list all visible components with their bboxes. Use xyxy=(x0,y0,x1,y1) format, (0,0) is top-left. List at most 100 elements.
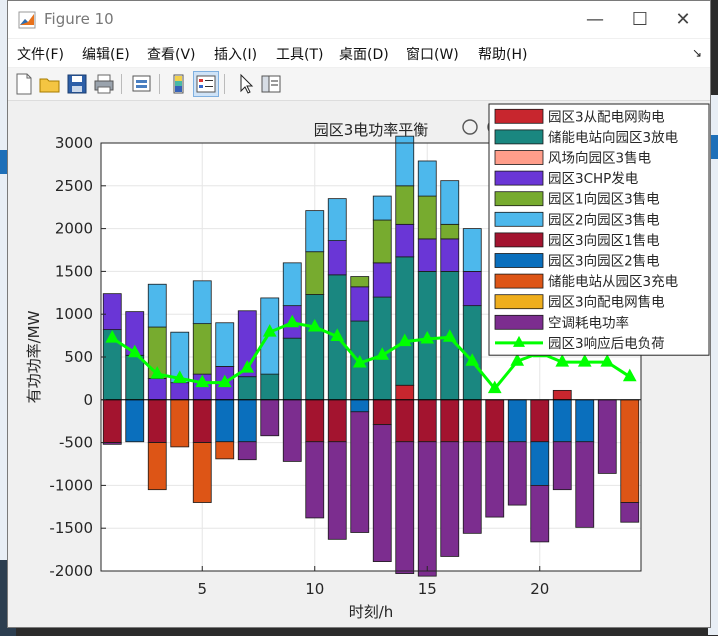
bar-segment xyxy=(395,399,415,443)
legend-swatch xyxy=(494,211,544,227)
colorbar-icon[interactable] xyxy=(167,72,191,96)
y-tick-label: -500 xyxy=(59,434,93,452)
window-title: Figure 10 xyxy=(44,10,114,28)
x-tick-label: 15 xyxy=(418,580,437,598)
save-icon[interactable] xyxy=(65,72,89,96)
y-tick-label: 3000 xyxy=(55,134,93,152)
menu-edit[interactable]: 编辑(E) xyxy=(82,44,130,64)
x-tick-label: 10 xyxy=(305,580,324,598)
bar-segment xyxy=(305,210,325,253)
y-tick-label: -1500 xyxy=(49,519,93,537)
legend-swatch xyxy=(494,108,544,124)
bar-segment xyxy=(125,399,145,443)
legend-label: 园区3从配电网购电 xyxy=(548,109,665,125)
bar-segment xyxy=(552,441,572,491)
x-tick-label: 5 xyxy=(197,580,207,598)
brush-icon[interactable] xyxy=(462,119,478,135)
new-figure-icon[interactable] xyxy=(12,72,36,96)
figure-window: Figure 10 — ☐ ✕ 文件(F) 编辑(E) 查看(V) 插入(I) … xyxy=(7,0,711,628)
legend-swatch xyxy=(494,150,544,165)
bar-segment xyxy=(575,441,595,528)
legend-label: 园区1向园区3售电 xyxy=(548,192,660,208)
bar-segment xyxy=(575,399,595,443)
menu-window[interactable]: 窗口(W) xyxy=(406,44,459,64)
y-tick-label: 2500 xyxy=(55,177,93,195)
bar-segment xyxy=(620,399,640,503)
bar-segment xyxy=(372,424,392,562)
bar-chart[interactable]: -2000 -1500 -1000 -500 0 500 1000 1500 2000 2500 3… xyxy=(8,101,710,627)
menu-desktop[interactable]: 桌面(D) xyxy=(339,44,389,64)
menu-view[interactable]: 查看(V) xyxy=(147,44,196,64)
bar-segment xyxy=(372,219,392,264)
bar-segment xyxy=(350,399,370,413)
bar-segment xyxy=(417,195,437,240)
bar-segment xyxy=(147,442,167,491)
menu-help[interactable]: 帮助(H) xyxy=(478,44,527,64)
bar-segment xyxy=(395,223,415,258)
open-file-icon[interactable] xyxy=(38,72,62,96)
matlab-logo-icon xyxy=(18,11,36,29)
menu-tools[interactable]: 工具(T) xyxy=(276,44,323,64)
title-bar[interactable]: Figure 10 — ☐ ✕ xyxy=(8,1,710,38)
bar-segment xyxy=(147,377,167,401)
bar-segment xyxy=(395,441,415,574)
pointer-icon[interactable] xyxy=(233,72,257,96)
bar-segment xyxy=(260,373,280,401)
bar-segment xyxy=(350,276,370,288)
bar-segment xyxy=(192,323,212,375)
bar-segment xyxy=(147,399,167,443)
bar-segment xyxy=(327,240,347,276)
bar-segment xyxy=(395,135,415,187)
bar-segment xyxy=(440,399,460,443)
bar-segment xyxy=(440,238,460,272)
toolbar-separator xyxy=(159,74,160,94)
y-tick-label: 0 xyxy=(83,391,93,409)
bar-segment xyxy=(530,484,550,543)
bar-segment xyxy=(125,354,145,401)
bar-segment xyxy=(417,399,437,443)
bar-segment xyxy=(530,399,550,443)
chart-title: 园区3电功率平衡 xyxy=(314,121,429,139)
bar-segment xyxy=(305,399,325,443)
bar-segment xyxy=(372,195,392,221)
bar-segment xyxy=(462,228,482,272)
bar-segment xyxy=(102,293,122,331)
figure-canvas[interactable]: -2000 -1500 -1000 -500 0 500 1000 1500 2000 2500 3… xyxy=(8,101,710,627)
legend-label: 园区3CHP发电 xyxy=(548,171,638,187)
print-icon[interactable] xyxy=(92,72,116,96)
y-tick-label: 1500 xyxy=(55,262,93,280)
y-tick-label: -1000 xyxy=(49,476,93,494)
menu-overflow-icon[interactable]: ↘ xyxy=(692,46,702,60)
bar-segment xyxy=(462,399,482,443)
menu-file[interactable]: 文件(F) xyxy=(17,44,64,64)
bar-segment xyxy=(305,441,325,519)
bar-segment xyxy=(170,399,190,448)
legend-label: 园区3向配电网售电 xyxy=(548,295,665,311)
bar-segment xyxy=(282,337,302,401)
menu-bar: 文件(F) 编辑(E) 查看(V) 插入(I) 工具(T) 桌面(D) 窗口(W… xyxy=(8,39,710,67)
bar-segment xyxy=(192,280,212,325)
legend-icon[interactable] xyxy=(193,71,219,97)
maximize-button[interactable]: ☐ xyxy=(620,6,660,34)
bar-segment xyxy=(215,441,235,460)
legend-swatch xyxy=(494,129,544,145)
x-tick-label: 20 xyxy=(530,580,549,598)
bar-segment xyxy=(485,399,505,443)
bar-segment xyxy=(282,399,302,462)
bar-segment xyxy=(147,283,167,328)
property-inspector-icon[interactable] xyxy=(259,72,283,96)
bar-segment xyxy=(462,441,482,534)
link-icon[interactable] xyxy=(130,72,154,96)
toolbar-separator xyxy=(224,74,225,94)
bar-segment xyxy=(417,238,437,272)
bar-segment xyxy=(620,502,640,523)
bar-segment xyxy=(485,441,505,518)
close-button[interactable]: ✕ xyxy=(663,6,703,34)
bar-segment xyxy=(327,399,347,443)
minimize-button[interactable]: — xyxy=(575,6,615,34)
bar-segment xyxy=(462,270,482,307)
bar-segment xyxy=(327,441,347,540)
legend-swatch xyxy=(494,253,544,268)
legend-label: 园区2向园区3售电 xyxy=(548,212,660,228)
menu-insert[interactable]: 插入(I) xyxy=(214,44,257,64)
